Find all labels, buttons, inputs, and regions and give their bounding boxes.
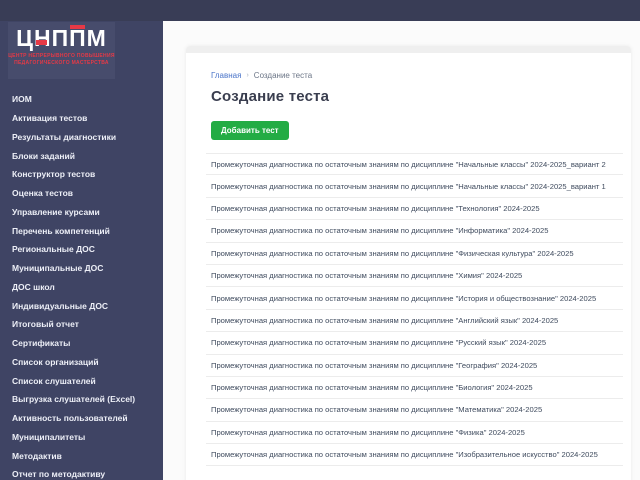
sidebar-item[interactable]: Конструктор тестов bbox=[0, 165, 163, 184]
sidebar-item[interactable]: Оценка тестов bbox=[0, 184, 163, 203]
sidebar-item[interactable]: Список слушателей bbox=[0, 371, 163, 390]
test-list-item[interactable]: Промежуточная диагностика по остаточным … bbox=[206, 399, 623, 422]
logo-text: ЦНППМ bbox=[16, 25, 107, 51]
test-list-item[interactable]: Промежуточная диагностика по остаточным … bbox=[206, 198, 623, 221]
sidebar-item[interactable]: Активация тестов bbox=[0, 109, 163, 128]
test-list-item[interactable]: Промежуточная диагностика по остаточным … bbox=[206, 355, 623, 377]
main-content: Главная › Создание теста Создание теста … bbox=[163, 21, 640, 480]
sidebar-menu: ИОМ Активация тестов Результаты диагностик… bbox=[0, 90, 163, 480]
test-list-item[interactable]: Промежуточная диагностика по остаточным … bbox=[206, 243, 623, 265]
sidebar-item[interactable]: Итоговый отчет bbox=[0, 315, 163, 334]
sidebar-item[interactable]: Методактив bbox=[0, 446, 163, 465]
test-list: Промежуточная диагностика по остаточным … bbox=[206, 153, 623, 467]
card-top-strip bbox=[186, 46, 631, 53]
logo-red-accent-top bbox=[70, 25, 85, 29]
logo-subtitle-line2: ПЕДАГОГИЧЕСКОГО МАСТЕРСТВА bbox=[14, 59, 109, 66]
top-bar bbox=[0, 0, 640, 21]
test-list-item[interactable]: Промежуточная диагностика по остаточным … bbox=[206, 265, 623, 288]
sidebar-item[interactable]: Результаты диагностики bbox=[0, 128, 163, 147]
test-list-item[interactable]: Промежуточная диагностика по остаточным … bbox=[206, 153, 623, 176]
sidebar-item[interactable]: Региональные ДОС bbox=[0, 240, 163, 259]
sidebar-item[interactable]: Отчет по методактиву bbox=[0, 465, 163, 480]
test-list-item[interactable]: Промежуточная диагностика по остаточным … bbox=[206, 444, 623, 467]
breadcrumb: Главная › Создание теста bbox=[211, 71, 631, 80]
test-list-item[interactable]: Промежуточная диагностика по остаточным … bbox=[206, 377, 623, 400]
sidebar: ЦНППМ ЦЕНТР НЕПРЕРЫВНОГО ПОВЫШЕНИЯ ПЕДАГ… bbox=[0, 21, 163, 480]
test-list-item[interactable]: Промежуточная диагностика по остаточным … bbox=[206, 175, 623, 198]
breadcrumb-home-link[interactable]: Главная bbox=[211, 71, 241, 80]
breadcrumb-separator: › bbox=[246, 72, 249, 79]
sidebar-item[interactable]: Блоки заданий bbox=[0, 146, 163, 165]
sidebar-item[interactable]: ДОС школ bbox=[0, 278, 163, 297]
test-list-item[interactable]: Промежуточная диагностика по остаточным … bbox=[206, 287, 623, 310]
sidebar-item[interactable]: Активность пользователей bbox=[0, 409, 163, 428]
sidebar-item[interactable]: ИОМ bbox=[0, 90, 163, 109]
logo[interactable]: ЦНППМ ЦЕНТР НЕПРЕРЫВНОГО ПОВЫШЕНИЯ ПЕДАГ… bbox=[8, 22, 115, 79]
test-list-item[interactable]: Промежуточная диагностика по остаточным … bbox=[206, 220, 623, 243]
breadcrumb-current: Создание теста bbox=[253, 71, 313, 80]
sidebar-item[interactable]: Сертификаты bbox=[0, 334, 163, 353]
sidebar-item[interactable]: Индивидуальные ДОС bbox=[0, 296, 163, 315]
test-list-item[interactable]: Промежуточная диагностика по остаточным … bbox=[206, 332, 623, 355]
content-card: Главная › Создание теста Создание теста … bbox=[186, 46, 631, 480]
sidebar-item[interactable]: Управление курсами bbox=[0, 203, 163, 222]
sidebar-item[interactable]: Муниципальные ДОС bbox=[0, 259, 163, 278]
logo-subtitle: ЦЕНТР НЕПРЕРЫВНОГО ПОВЫШЕНИЯ ПЕДАГОГИЧЕС… bbox=[8, 53, 115, 67]
logo-red-accent-mid bbox=[36, 40, 47, 45]
sidebar-item[interactable]: Выгрузка слушателей (Excel) bbox=[0, 390, 163, 409]
sidebar-item[interactable]: Муниципалитеты bbox=[0, 428, 163, 447]
test-list-item[interactable]: Промежуточная диагностика по остаточным … bbox=[206, 422, 623, 445]
logo-subtitle-line1: ЦЕНТР НЕПРЕРЫВНОГО ПОВЫШЕНИЯ bbox=[8, 53, 115, 59]
test-list-item[interactable]: Промежуточная диагностика по остаточным … bbox=[206, 310, 623, 333]
add-test-button[interactable]: Добавить тест bbox=[211, 121, 289, 140]
page-title: Создание теста bbox=[211, 88, 330, 105]
sidebar-item[interactable]: Список организаций bbox=[0, 353, 163, 372]
sidebar-item[interactable]: Перечень компетенций bbox=[0, 221, 163, 240]
